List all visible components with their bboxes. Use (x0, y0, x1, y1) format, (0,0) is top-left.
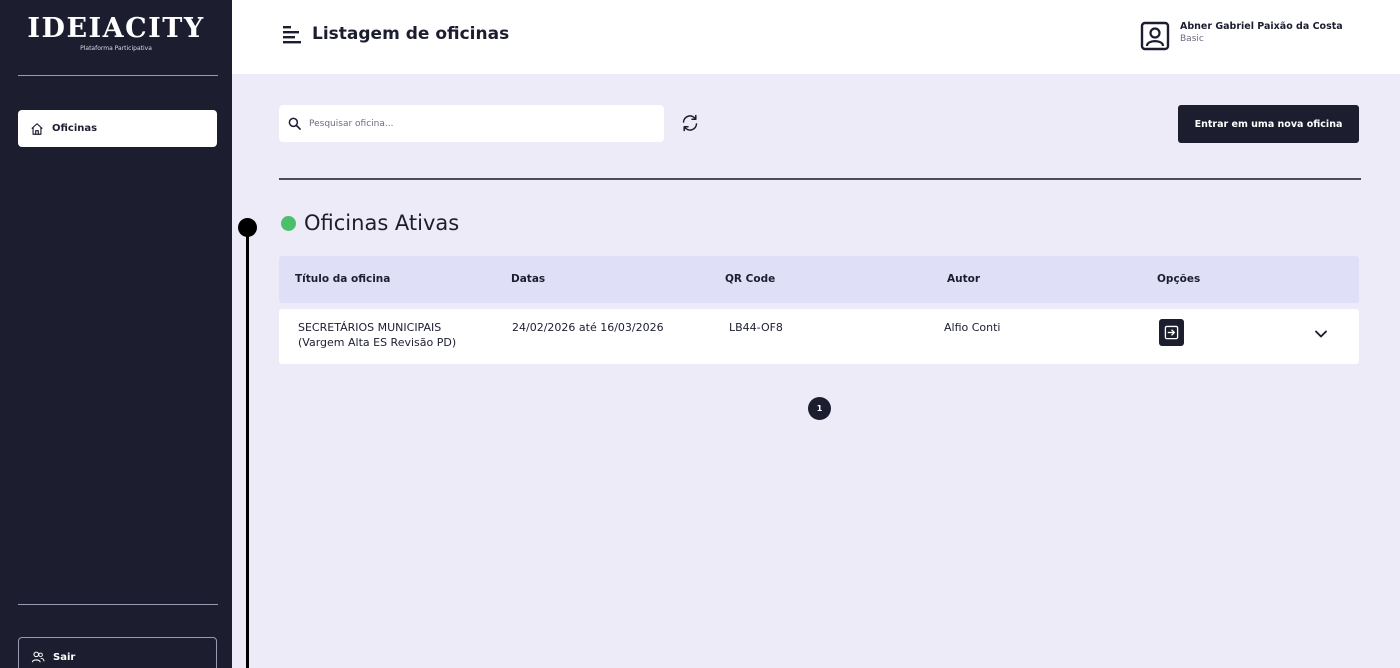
table-row[interactable]: SECRETÁRIOS MUNICIPAIS (Vargem Alta ES R… (279, 309, 1359, 364)
logo-subtitle: Plataforma Participativa (80, 45, 152, 52)
search-icon (288, 117, 301, 130)
enter-new-workshop-button[interactable]: Entrar em uma nova oficina (1178, 105, 1359, 143)
column-header-qr-code: QR Code (725, 273, 776, 285)
menu-lines-icon[interactable] (282, 24, 302, 44)
pagination-page-button[interactable]: 1 (808, 397, 831, 420)
annotation-marker-dot (238, 218, 257, 237)
home-icon (31, 122, 43, 135)
user-menu[interactable]: Abner Gabriel Paixão da Costa Basic (1140, 21, 1343, 51)
user-avatar-icon (1140, 21, 1170, 51)
column-header-author: Autor (947, 273, 981, 285)
search-box (279, 105, 664, 142)
active-status-dot (281, 215, 296, 231)
user-name: Abner Gabriel Paixão da Costa (1180, 21, 1343, 32)
logo-title: IDEIACITY (27, 13, 205, 44)
sidebar-divider-bottom (18, 604, 218, 605)
header: Listagem de oficinas Abner Gabriel Paixã… (232, 0, 1400, 74)
cell-title-line2: (Vargem Alta ES Revisão PD) (298, 336, 457, 349)
logout-button[interactable]: Sair (18, 637, 217, 668)
user-role: Basic (1180, 34, 1204, 44)
page-title-group: Listagem de oficinas (282, 24, 509, 44)
section-header: Oficinas Ativas (281, 211, 459, 235)
cell-author: Alfio Conti (944, 321, 1001, 334)
chevron-down-icon[interactable] (1313, 326, 1329, 342)
sidebar-divider-top (18, 75, 218, 76)
logout-label: Sair (53, 651, 76, 663)
sidebar-item-label: Oficinas (52, 123, 98, 134)
open-workshop-button[interactable] (1159, 319, 1184, 346)
section-title: Oficinas Ativas (304, 211, 460, 235)
enter-icon (1164, 325, 1179, 340)
refresh-icon[interactable] (680, 113, 700, 133)
column-header-options: Opções (1157, 273, 1201, 285)
column-header-title: Título da oficina (295, 273, 391, 285)
table-header: Título da oficina Datas QR Code Autor Op… (279, 256, 1359, 303)
cell-title: SECRETÁRIOS MUNICIPAIS (Vargem Alta ES R… (298, 320, 456, 350)
cell-title-line1: SECRETÁRIOS MUNICIPAIS (298, 321, 442, 334)
annotation-marker-line (246, 228, 249, 668)
column-header-dates: Datas (511, 273, 546, 285)
users-icon (31, 651, 45, 663)
logo: IDEIACITY Plataforma Participativa (22, 13, 210, 53)
cell-qr-code: LB44-OF8 (729, 321, 783, 334)
user-info: Abner Gabriel Paixão da Costa Basic (1180, 21, 1343, 44)
sidebar: IDEIACITY Plataforma Participativa Ofici… (0, 0, 232, 668)
cell-dates: 24/02/2026 até 16/03/2026 (512, 321, 664, 334)
content-divider (279, 178, 1361, 180)
page-title: Listagem de oficinas (312, 24, 510, 44)
sidebar-item-oficinas[interactable]: Oficinas (18, 110, 217, 147)
search-input[interactable] (309, 118, 639, 129)
